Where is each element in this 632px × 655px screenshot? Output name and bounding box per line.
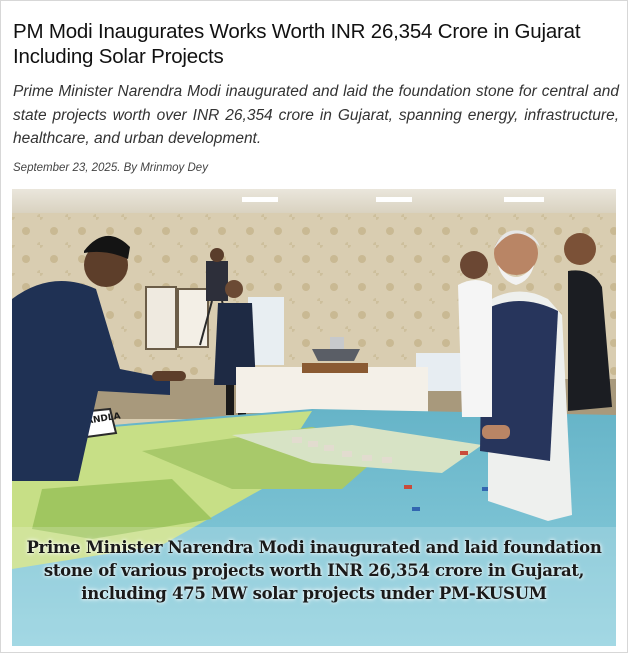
featured-photo[interactable]: AYAL PORT - KANDLA Prime Minister Narend… xyxy=(12,189,616,646)
article-summary: Prime Minister Narendra Modi inaugurated… xyxy=(13,83,619,147)
article-byline: September 23, 2025. By Mrinmoy Dey xyxy=(13,162,208,174)
photo-ship-model-table xyxy=(236,367,428,413)
article-card: PM Modi Inaugurates Works Worth INR 26,3… xyxy=(0,0,628,653)
photo-display-panel xyxy=(145,286,177,350)
article-headline[interactable]: PM Modi Inaugurates Works Worth INR 26,3… xyxy=(13,19,618,69)
photo-caption: Prime Minister Narendra Modi inaugurated… xyxy=(26,538,602,603)
photo-display-panel xyxy=(177,288,209,348)
